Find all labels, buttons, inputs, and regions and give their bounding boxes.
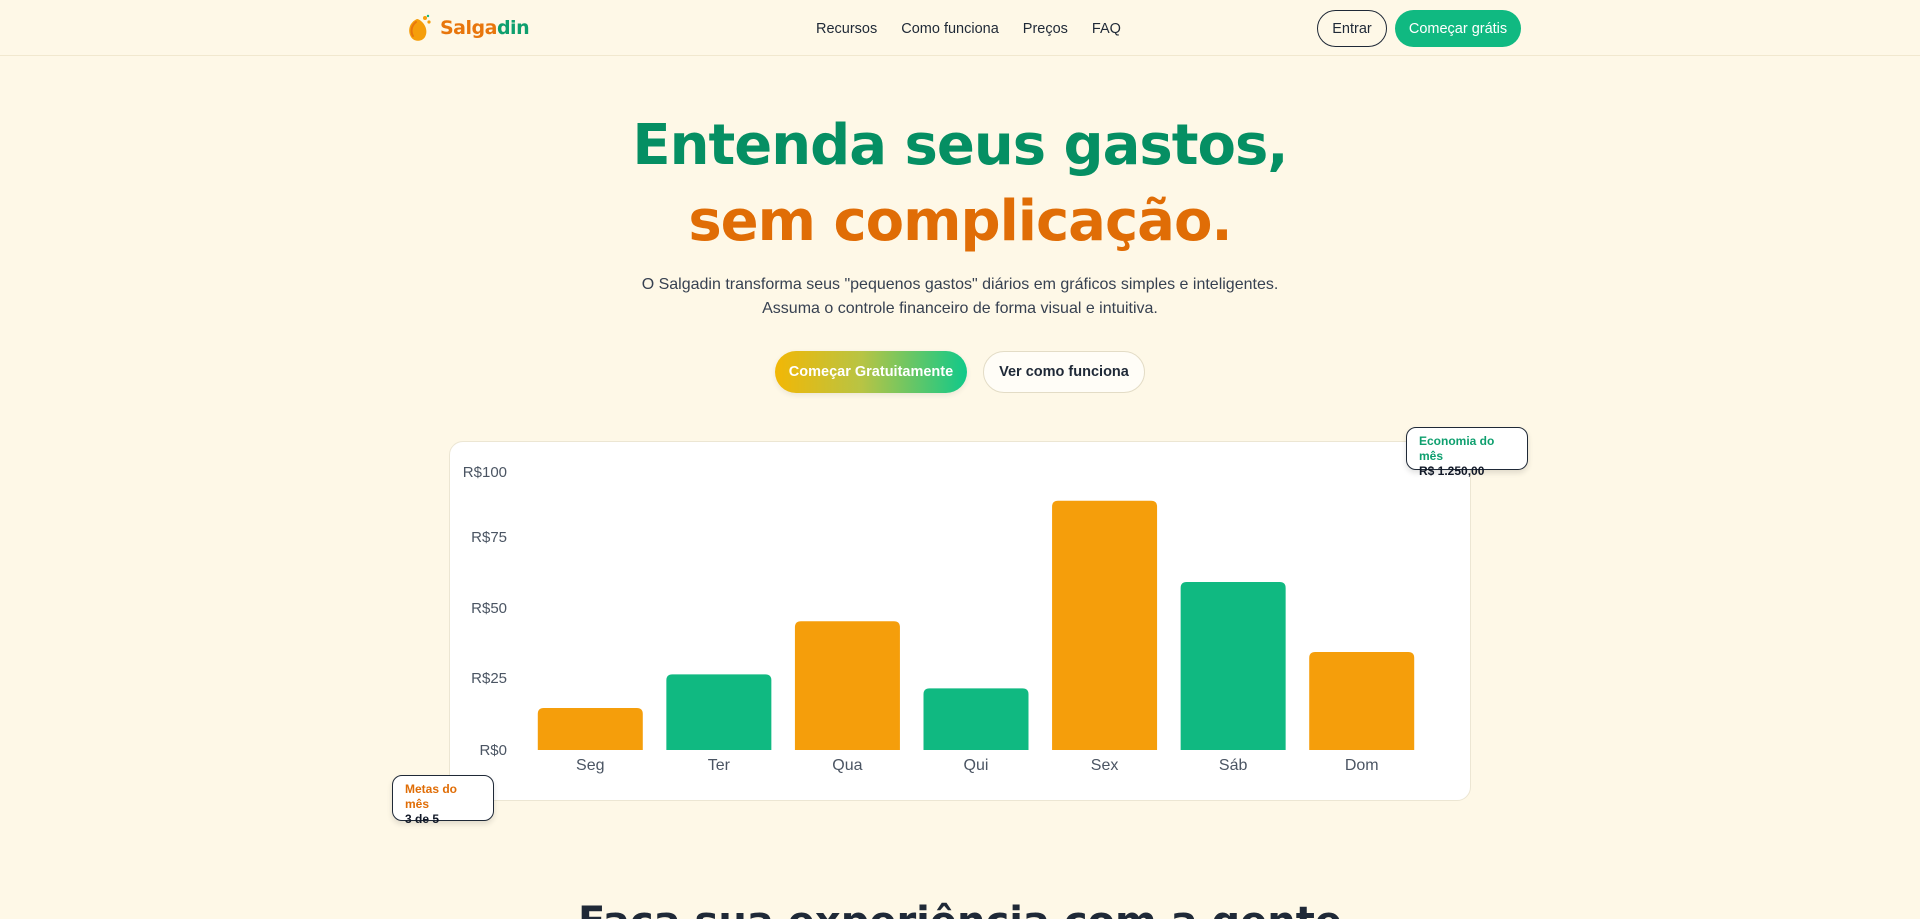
y-tick-label: R$50 [471,600,507,617]
monthly-goals-label: Metas do mês [405,782,458,811]
monthly-savings-label: Economia do mês [1419,434,1495,463]
bar-sáb[interactable] [1180,582,1286,750]
bar-dom[interactable] [1309,652,1415,750]
x-tick-label: Ter [708,757,731,774]
login-button[interactable]: Entrar [1317,10,1387,47]
nav-link-como-funciona[interactable]: Como funciona [901,21,999,37]
top-navbar: Salgadin Recursos Como funciona Preços F… [0,0,1920,56]
weekly-spending-bar-chart: R$0 R$25 R$50 R$75 R$100 Seg Ter Qua Qui Sex Sáb Do… [463,464,1415,774]
next-section-title: Faça sua experiência com a gente [0,898,1920,919]
hero-title: Entenda seus gastos, sem complicação. [0,108,1920,260]
hero-subtitle-line1: O Salgadin transforma seus "pequenos gas… [641,276,1279,293]
monthly-savings-badge: Economia do mês R$ 1.250,00 [1406,427,1528,478]
brand-name: Salgadin [440,17,530,39]
monthly-goals-badge: Metas do mês 3 de 5 [392,775,494,826]
bar-seg[interactable] [537,708,643,750]
nav-link-precos[interactable]: Preços [1023,21,1068,37]
weekly-spending-chart-card: R$0 R$25 R$50 R$75 R$100 Seg Ter Qua Qui Sex Sáb Do… [449,441,1471,801]
y-tick-label: R$75 [471,529,507,546]
y-tick-label: R$25 [471,670,507,687]
bar-sex[interactable] [1052,500,1158,750]
hero-subtitle-line2: Assuma o controle financeiro de forma vi… [762,300,1158,317]
hero-subtitle: O Salgadin transforma seus "pequenos gas… [0,273,1920,321]
nav-link-faq[interactable]: FAQ [1092,21,1121,37]
x-tick-label: Qua [832,757,862,774]
brand-logo[interactable]: Salgadin [404,13,530,43]
y-tick-label: R$100 [463,464,507,481]
nav-links: Recursos Como funciona Preços FAQ [816,0,1121,57]
start-free-button[interactable]: Começar Gratuitamente [775,351,967,393]
x-tick-label: Sex [1091,757,1119,774]
signup-button[interactable]: Começar grátis [1395,10,1521,47]
see-how-it-works-button[interactable]: Ver como funciona [983,351,1145,393]
bar-qui[interactable] [923,688,1029,750]
bar-ter[interactable] [666,674,772,750]
x-tick-label: Dom [1345,757,1379,774]
bar-qua[interactable] [794,621,900,750]
monthly-goals-value: 3 de 5 [405,812,440,826]
nav-link-recursos[interactable]: Recursos [816,21,877,37]
y-tick-label: R$0 [479,742,507,759]
hero-title-line1: Entenda seus gastos, [632,113,1288,178]
x-tick-label: Sáb [1219,757,1248,774]
hero-title-line2: sem complicação. [688,189,1232,254]
x-tick-label: Qui [964,757,989,774]
x-tick-label: Seg [576,757,604,774]
monthly-savings-value: R$ 1.250,00 [1419,464,1485,478]
salgadinho-logo-icon [409,14,431,41]
